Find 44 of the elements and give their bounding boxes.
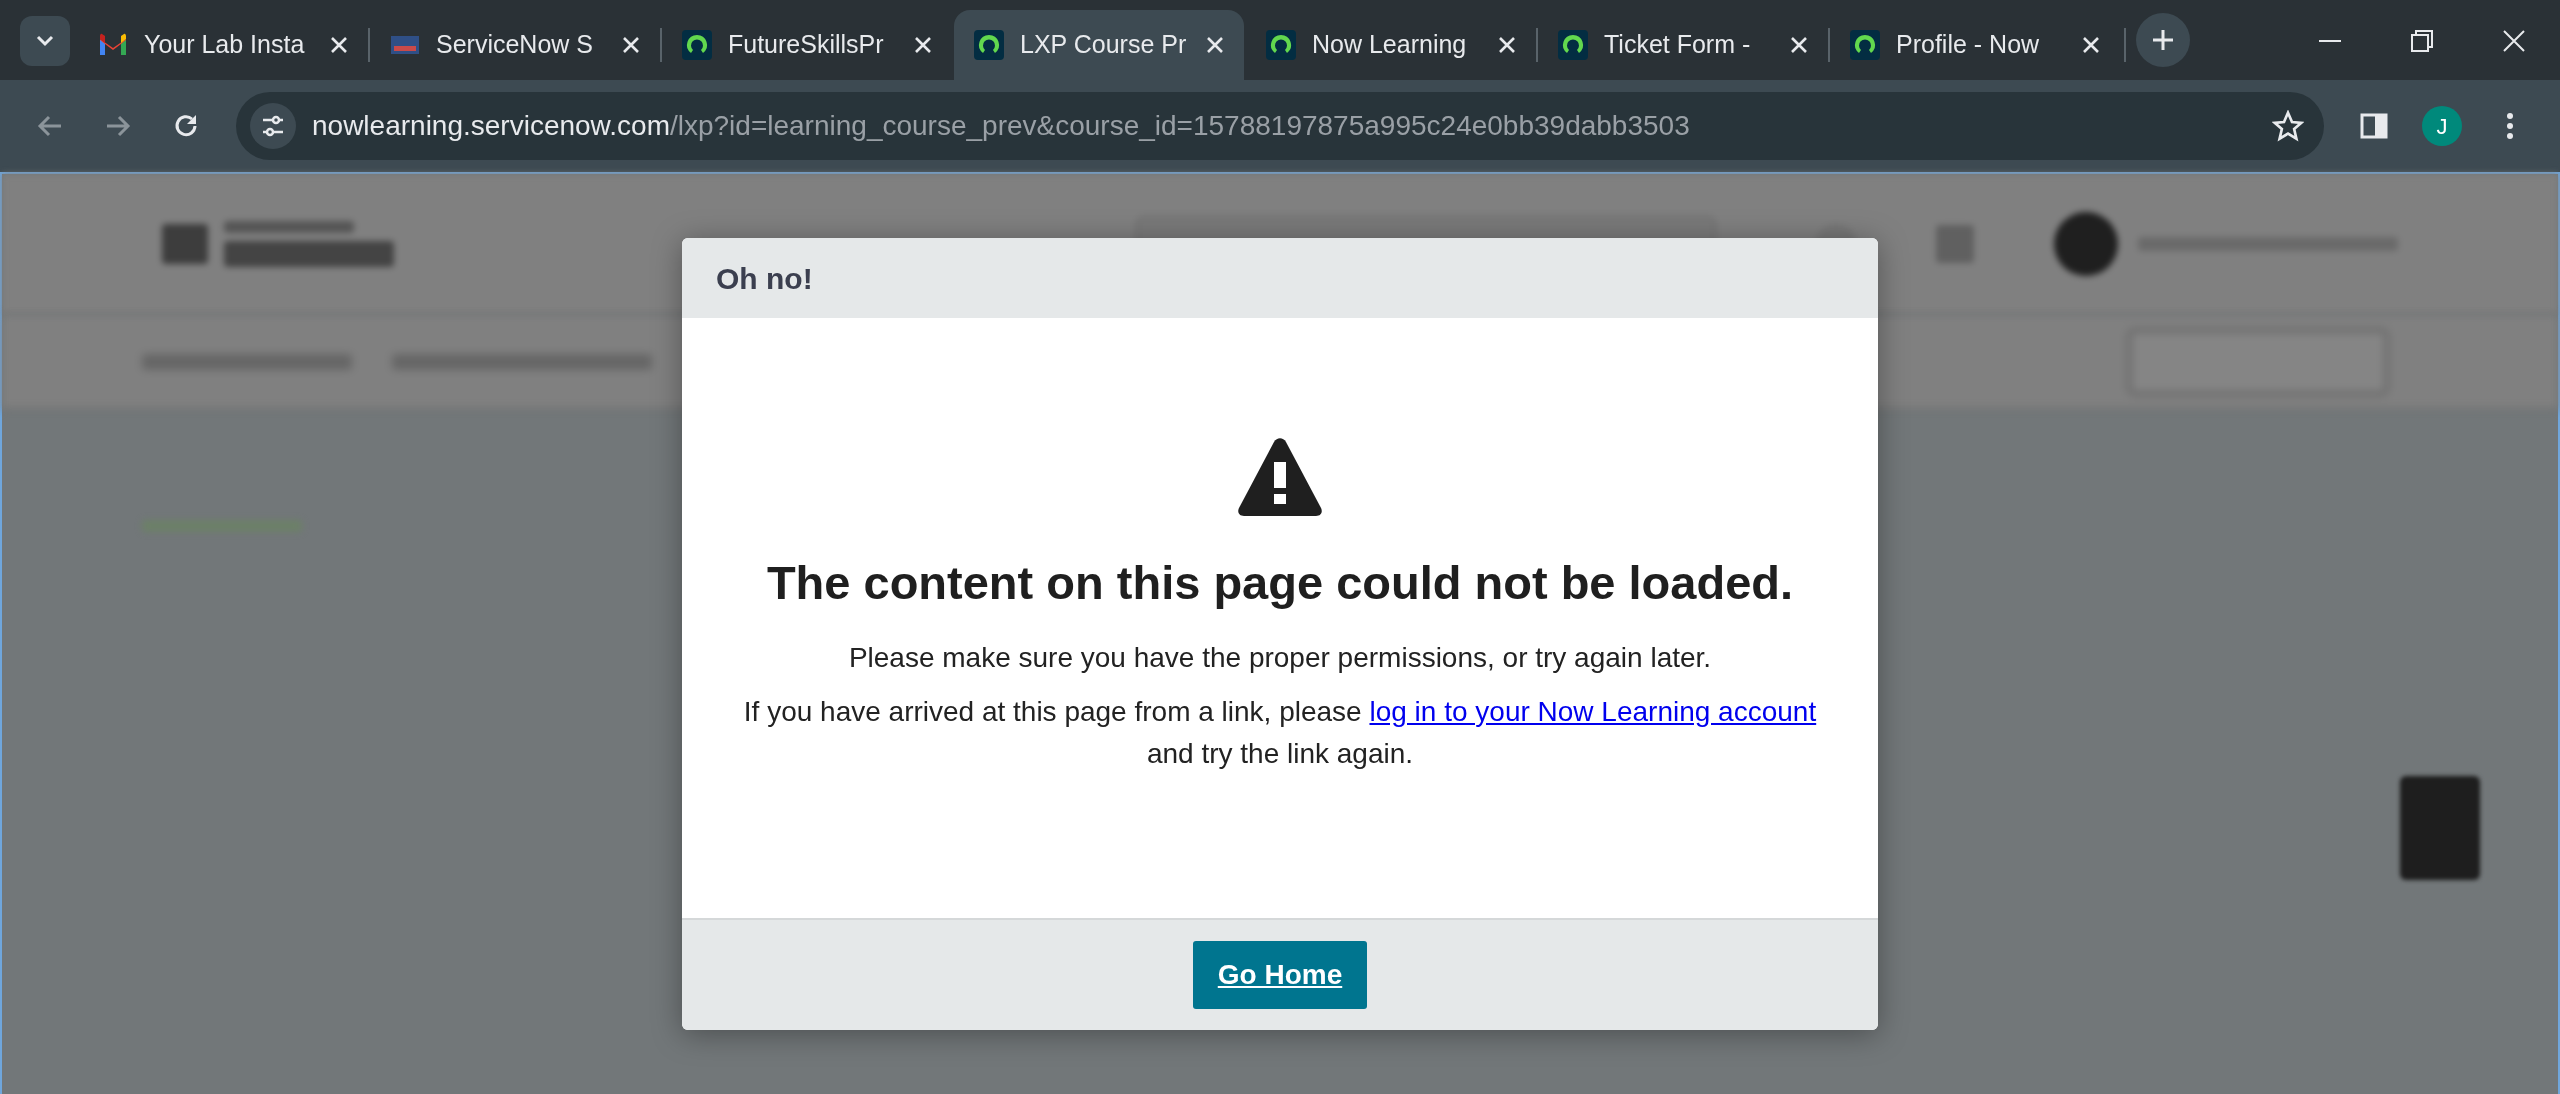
browser-tab[interactable]: Ticket Form - — [1538, 10, 1828, 80]
ring-icon — [1850, 30, 1880, 60]
site-settings-icon[interactable] — [250, 103, 296, 149]
close-icon[interactable] — [622, 36, 640, 54]
close-icon — [2503, 29, 2525, 52]
avatar-icon — [2054, 211, 2118, 276]
star-icon[interactable] — [2272, 110, 2304, 142]
blurred-icon — [1936, 224, 1974, 263]
tab-search-button[interactable] — [20, 16, 70, 66]
dialog-message: Please make sure you have the proper permissions, or try again later. — [848, 640, 1712, 675]
browser-tab[interactable]: LXP Course Pr — [954, 10, 1244, 80]
address-field[interactable]: nowlearning.servicenow.com/lxp?id=learning_course_prev&course_id=15788197875a995c24e0bb39dabb3503 — [236, 92, 2324, 160]
close-icon[interactable] — [1790, 36, 1808, 54]
dialog-help-text: If you have arrived at this page from a link, please log in to your Now Learning account and try the link again. — [743, 694, 1817, 771]
dialog-heading: The content on this page could not be loaded. — [766, 555, 1794, 611]
restore-icon — [2411, 29, 2433, 52]
browser-tab[interactable]: Your Lab Insta — [78, 10, 368, 80]
close-icon[interactable] — [914, 36, 932, 54]
side-panel-icon — [2360, 113, 2388, 139]
dialog-title: Oh no! — [716, 260, 813, 297]
forward-arrow-icon — [105, 114, 131, 139]
ring-icon — [1558, 30, 1588, 60]
profile-avatar[interactable]: J — [2422, 106, 2462, 146]
minimize-icon — [2319, 38, 2341, 43]
browser-tab[interactable]: FutureSkillsPr — [662, 10, 952, 80]
ring-icon — [1266, 30, 1296, 60]
browser-tab[interactable]: Profile - Now — [1830, 10, 2120, 80]
go-home-button[interactable]: Go Home — [1193, 941, 1367, 1009]
close-icon[interactable] — [1206, 36, 1224, 54]
plus-icon — [2151, 28, 2175, 52]
browser-tab[interactable]: ServiceNow S — [370, 10, 660, 80]
close-icon[interactable] — [2082, 36, 2100, 54]
chevron-down-icon — [36, 35, 54, 47]
mail-icon — [98, 33, 128, 57]
ring-icon — [974, 30, 1004, 60]
browser-tab[interactable]: Now Learning — [1246, 10, 1536, 80]
close-icon[interactable] — [330, 36, 348, 54]
new-tab-button[interactable] — [2136, 13, 2190, 67]
ring-icon — [682, 30, 712, 60]
login-link[interactable]: log in to your Now Learning account — [1369, 695, 1817, 727]
close-icon[interactable] — [1498, 36, 1516, 54]
menu-icon — [2506, 112, 2514, 140]
warning-icon — [1237, 438, 1323, 516]
back-arrow-icon — [37, 114, 63, 139]
